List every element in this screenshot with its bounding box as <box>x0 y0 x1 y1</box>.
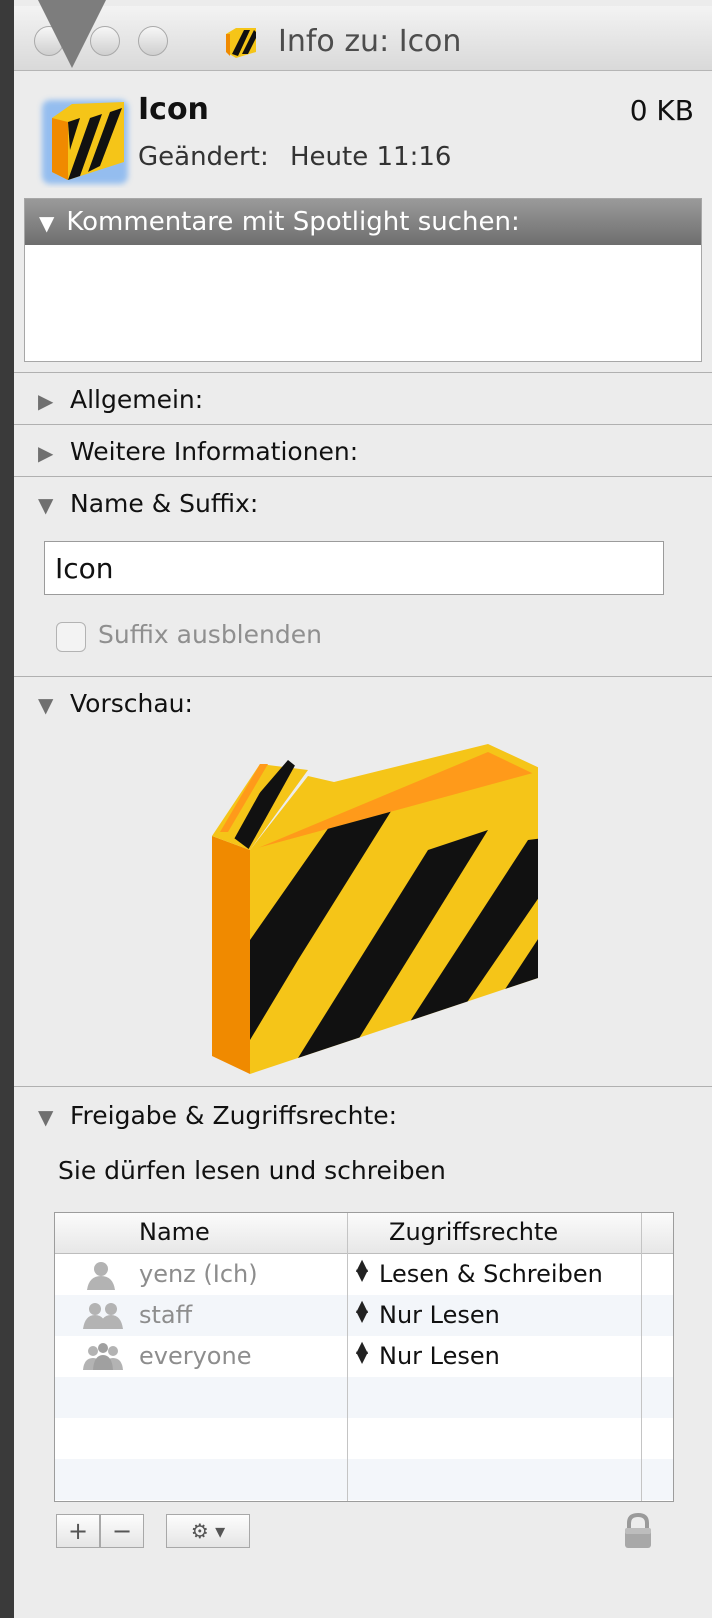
everyone-icon <box>83 1343 123 1370</box>
table-row <box>55 1459 673 1500</box>
section-general-label: Allgemein: <box>70 385 204 414</box>
zoom-button[interactable] <box>138 26 168 56</box>
info-window: Info zu: Icon Icon 0 KB Geändert: Heute … <box>14 0 712 1618</box>
privilege-select[interactable]: Lesen & Schreiben <box>379 1260 603 1288</box>
section-more-info-label: Weitere Informationen: <box>70 437 359 466</box>
user-name: staff <box>139 1301 193 1329</box>
section-name-suffix-label: Name & Suffix: <box>70 489 259 518</box>
column-header-privilege[interactable]: Zugriffsrechte <box>389 1218 558 1246</box>
name-field[interactable] <box>44 541 664 595</box>
modified-value: Heute 11:16 <box>290 142 452 172</box>
title-bar[interactable]: Info zu: Icon <box>14 6 712 71</box>
section-sharing-row: ▼ Freigabe & Zugriffsrechte: <box>38 1101 397 1130</box>
section-sharing-label: Freigabe & Zugriffsrechte: <box>70 1101 398 1130</box>
column-header-name[interactable]: Name <box>139 1218 210 1246</box>
table-row[interactable]: staff ▲ ▼ Nur Lesen <box>55 1295 673 1336</box>
section-more-info-row: ▶ Weitere Informationen: <box>38 437 358 466</box>
disclosure-open-icon[interactable]: ▼ <box>38 493 70 517</box>
group-icon <box>83 1303 123 1329</box>
permissions-table[interactable]: Name Zugriffsrechte yenz (Ich) ▲ ▼ Lesen … <box>54 1212 674 1502</box>
section-general-row: ▶ Allgemein: <box>38 385 203 414</box>
hide-suffix-checkbox[interactable] <box>56 622 86 652</box>
disclosure-open-icon[interactable]: ▼ <box>39 211 54 235</box>
lock-icon[interactable] <box>620 1512 656 1550</box>
disclosure-closed-icon[interactable]: ▶ <box>38 441 70 465</box>
disclosure-open-icon[interactable]: ▼ <box>38 1105 70 1129</box>
column-divider <box>641 1213 642 1501</box>
file-icon <box>42 100 128 184</box>
remove-user-button[interactable]: − <box>100 1514 144 1548</box>
table-row[interactable]: yenz (Ich) ▲ ▼ Lesen & Schreiben <box>55 1254 673 1295</box>
privilege-select[interactable]: Nur Lesen <box>379 1301 500 1329</box>
disclosure-open-icon[interactable]: ▼ <box>38 693 70 717</box>
stepper-arrows-icon[interactable]: ▲ ▼ <box>355 1257 369 1283</box>
popover-pointer <box>38 0 106 68</box>
folder-preview-image <box>212 744 538 1074</box>
file-size: 0 KB <box>629 94 694 127</box>
user-name: yenz (Ich) <box>139 1260 258 1288</box>
spotlight-comments-header[interactable]: ▼ Kommentare mit Spotlight suchen: <box>25 199 701 245</box>
file-name: Icon <box>138 92 209 127</box>
table-row[interactable]: everyone ▲ ▼ Nur Lesen <box>55 1336 673 1377</box>
permission-summary: Sie dürfen lesen und schreiben <box>58 1156 446 1185</box>
gear-menu-button[interactable]: ⚙ ▾ <box>166 1514 250 1548</box>
spotlight-comments-panel: ▼ Kommentare mit Spotlight suchen: <box>24 198 702 362</box>
table-header: Name Zugriffsrechte <box>55 1213 673 1254</box>
spotlight-comments-label: Kommentare mit Spotlight suchen: <box>66 207 520 237</box>
section-more-info[interactable]: ▶ Weitere Informationen: <box>14 424 712 477</box>
add-user-button[interactable]: + <box>56 1514 100 1548</box>
modified-label: Geändert: <box>138 142 269 172</box>
disclosure-closed-icon[interactable]: ▶ <box>38 389 70 413</box>
section-preview-label: Vorschau: <box>70 689 193 718</box>
user-name: everyone <box>139 1342 252 1370</box>
spotlight-comments-field[interactable] <box>25 245 701 359</box>
privilege-select[interactable]: Nur Lesen <box>379 1342 500 1370</box>
folder-icon <box>226 28 256 58</box>
single-user-icon <box>87 1262 115 1290</box>
window-title: Info zu: Icon <box>278 24 462 59</box>
stepper-arrows-icon[interactable]: ▲ ▼ <box>355 1339 369 1365</box>
table-row <box>55 1418 673 1459</box>
section-preview-row: ▼ Vorschau: <box>38 689 193 718</box>
section-general[interactable]: ▶ Allgemein: <box>14 372 712 425</box>
column-divider[interactable] <box>347 1213 348 1501</box>
stepper-arrows-icon[interactable]: ▲ ▼ <box>355 1298 369 1324</box>
section-name-suffix-row: ▼ Name & Suffix: <box>38 489 258 518</box>
hide-suffix-label: Suffix ausblenden <box>98 620 322 649</box>
table-row <box>55 1377 673 1418</box>
